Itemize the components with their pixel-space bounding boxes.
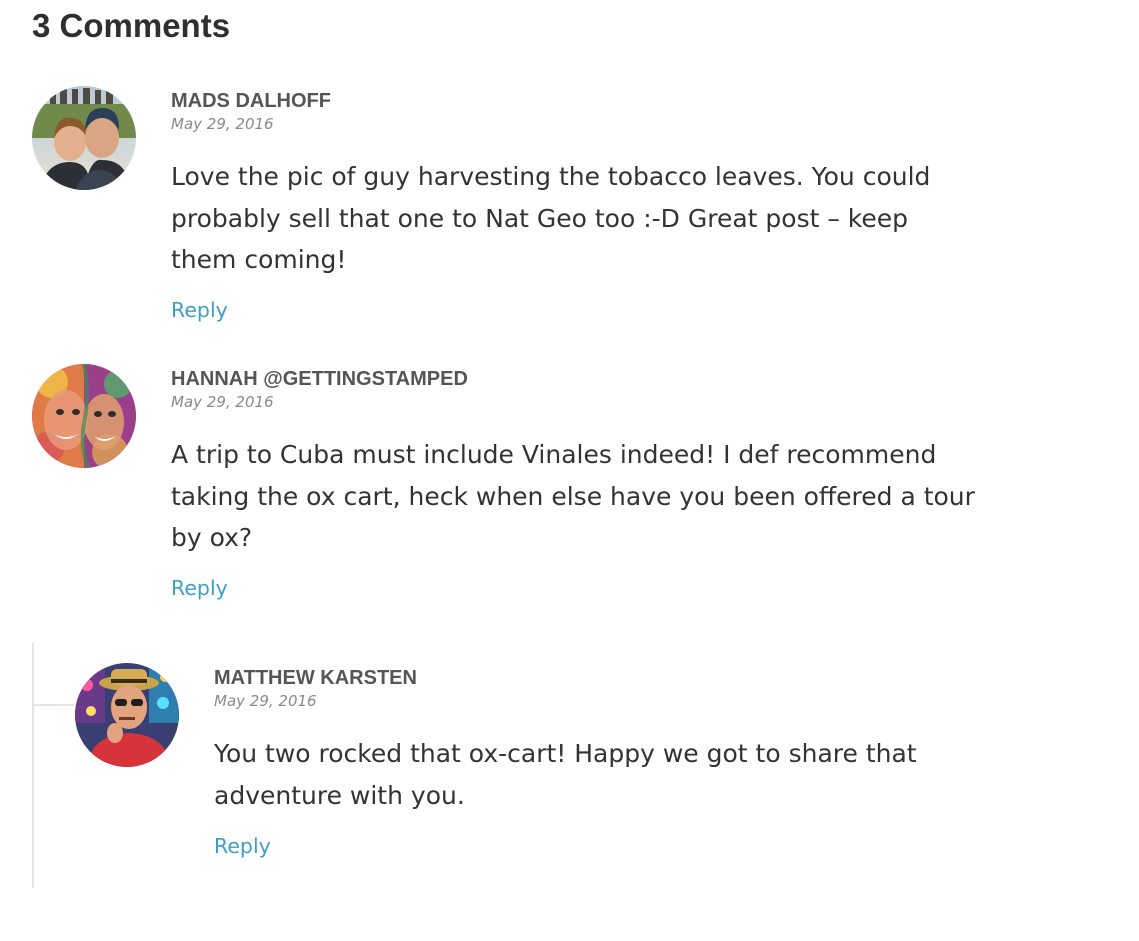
commenter-avatar-icon xyxy=(75,663,179,767)
comment-text-line: You two rocked that ox-cart! Happy we go… xyxy=(214,739,917,768)
comment-date: May 29, 2016 xyxy=(214,692,317,710)
reply-thread-connector xyxy=(32,704,74,706)
comment-text-line: by ox? xyxy=(171,523,253,552)
reply-link[interactable]: Reply xyxy=(214,833,271,859)
comment-item: Hannah @GettingStamped May 29, 2016 A tr… xyxy=(32,364,1112,614)
comment-text-line: probably sell that one to Nat Geo too :-… xyxy=(171,203,909,233)
commenter-avatar-icon xyxy=(32,364,136,468)
comment-date: May 29, 2016 xyxy=(171,393,274,411)
comment-text-line: Love the pic of guy harvesting the tobac… xyxy=(171,162,931,191)
comment-text-line: A trip to Cuba must include Vinales inde… xyxy=(171,440,937,469)
comment-author: Hannah @GettingStamped xyxy=(171,368,468,390)
comments-heading: 3 Comments xyxy=(32,7,231,44)
comment-text-line: taking the ox cart, heck when else have … xyxy=(171,481,975,511)
reply-link[interactable]: Reply xyxy=(171,575,228,601)
comment-date: May 29, 2016 xyxy=(171,115,274,133)
reply-thread-line xyxy=(32,643,34,888)
commenter-avatar-icon xyxy=(32,86,136,190)
comment-text: You two rocked that ox-cart! Happy we go… xyxy=(214,733,917,816)
comment-text: Love the pic of guy harvesting the tobac… xyxy=(171,156,930,281)
comment-text-line: adventure with you. xyxy=(214,780,465,810)
comment-text: A trip to Cuba must include Vinales inde… xyxy=(171,434,975,559)
comment-reply-item: Matthew Karsten May 29, 2016 You two roc… xyxy=(75,663,1115,883)
comment-item: Mads Dalhoff May 29, 2016 Love the pic o… xyxy=(32,86,1112,336)
reply-link[interactable]: Reply xyxy=(171,297,228,323)
comment-text-line: them coming! xyxy=(171,245,347,274)
comment-author: Mads Dalhoff xyxy=(171,90,331,112)
comment-author: Matthew Karsten xyxy=(214,667,417,689)
